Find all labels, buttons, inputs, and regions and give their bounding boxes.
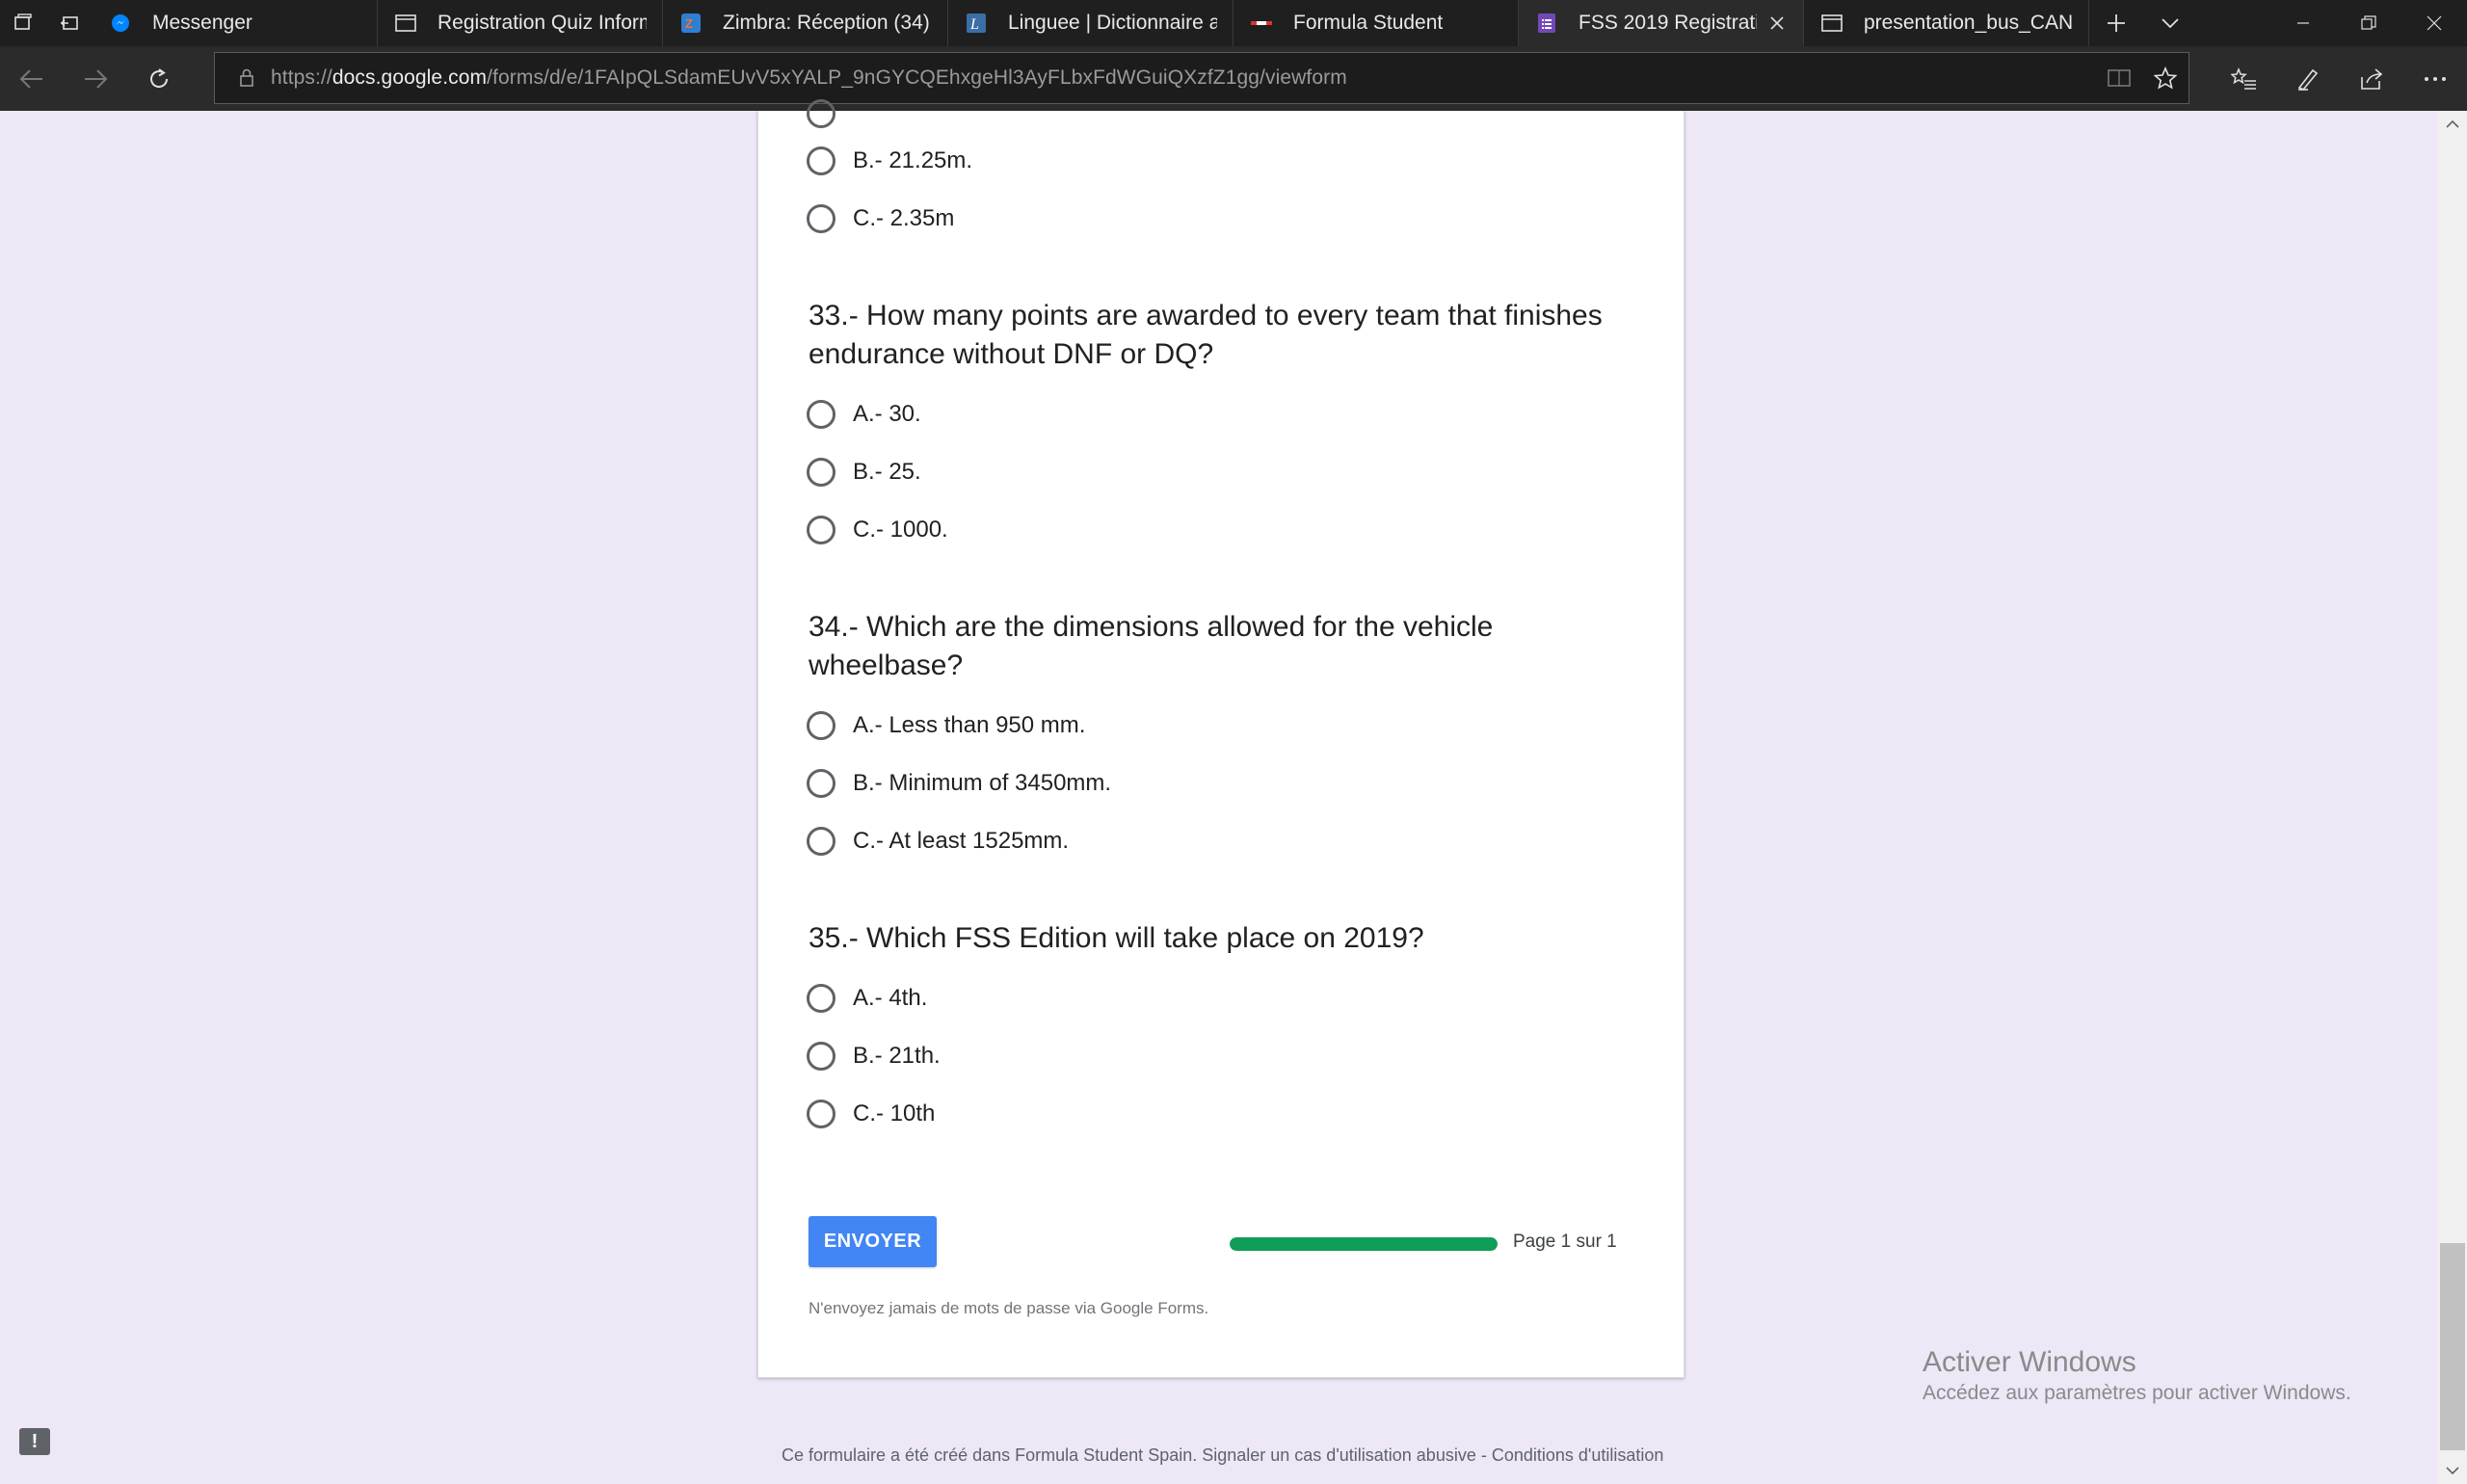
option-q35-b[interactable]: B.- 21th. xyxy=(807,1039,941,1073)
scroll-up-arrow-icon[interactable] xyxy=(2438,111,2467,138)
question-34-title: 34.- Which are the dimensions allowed fo… xyxy=(809,611,1494,681)
tab-label: Registration Quiz Informati xyxy=(438,12,647,34)
submit-button[interactable]: ENVOYER xyxy=(809,1216,937,1267)
radio-button[interactable] xyxy=(807,400,836,429)
radio-button[interactable] xyxy=(807,984,836,1013)
page-icon xyxy=(395,13,416,34)
zimbra-icon: Z xyxy=(680,13,702,34)
new-tab-plus-icon[interactable] xyxy=(2089,0,2143,46)
formula-student-icon xyxy=(1251,13,1272,34)
option-q34-a[interactable]: A.- Less than 950 mm. xyxy=(807,708,1085,743)
progress-bar xyxy=(1230,1237,1498,1251)
linguee-icon: L xyxy=(966,13,987,34)
option-label: C.- At least 1525mm. xyxy=(853,828,1070,854)
form-card: B.- 21.25m. C.- 2.35m 33.- How many poin… xyxy=(757,99,1684,1378)
radio-button[interactable] xyxy=(807,827,836,856)
option-label: C.- 2.35m xyxy=(853,205,955,231)
close-window-icon[interactable] xyxy=(2401,0,2467,46)
option-q34-c[interactable]: C.- At least 1525mm. xyxy=(807,824,1069,859)
option-label: B.- 21th. xyxy=(853,1043,941,1069)
option-label: C.- 1000. xyxy=(853,517,948,543)
back-arrow-icon[interactable] xyxy=(0,46,64,111)
browser-navigation-bar: https://docs.google.com/forms/d/e/1FAIpQ… xyxy=(0,46,2467,111)
progress-fill xyxy=(1230,1237,1498,1251)
chevron-down-icon[interactable] xyxy=(2143,0,2197,46)
google-forms-icon xyxy=(1536,13,1557,34)
radio-button[interactable] xyxy=(807,516,836,544)
report-feedback-icon[interactable]: ! xyxy=(19,1428,50,1455)
svg-text:Z: Z xyxy=(685,16,693,31)
favorites-list-icon[interactable] xyxy=(2213,46,2276,111)
watermark-title: Activer Windows xyxy=(1923,1346,2136,1378)
tab-label: FSS 2019 Registration F xyxy=(1578,12,1757,34)
tab-label: Messenger xyxy=(152,12,252,34)
radio-button[interactable] xyxy=(807,99,836,128)
tab-linguee[interactable]: L Linguee | Dictionnaire angl: xyxy=(948,0,1234,46)
radio-button[interactable] xyxy=(807,1042,836,1071)
option-label: B.- 25. xyxy=(853,459,921,485)
browser-tab-bar: Messenger Registration Quiz Informati Z … xyxy=(0,0,2467,46)
radio-button[interactable] xyxy=(807,769,836,798)
tab-preview-icon[interactable] xyxy=(0,0,46,46)
scrollbar-thumb[interactable] xyxy=(2440,1243,2465,1450)
tab-label: Linguee | Dictionnaire angl: xyxy=(1008,12,1217,34)
option-label: A.- 30. xyxy=(853,401,921,427)
watermark-subtitle: Accédez aux paramètres pour activer Wind… xyxy=(1923,1382,2351,1404)
tab-registration-quiz[interactable]: Registration Quiz Informati xyxy=(378,0,663,46)
url-domain: docs.google.com xyxy=(332,66,488,89)
windows-activation-watermark: Activer Windows Accédez aux paramètres p… xyxy=(1923,1345,2351,1407)
share-icon[interactable] xyxy=(2340,46,2403,111)
option-label: C.- 10th xyxy=(853,1100,936,1126)
tab-label: Zimbra: Réception (34) xyxy=(723,12,930,34)
radio-button[interactable] xyxy=(807,204,836,233)
lock-icon xyxy=(236,67,257,89)
svg-text:L: L xyxy=(969,16,979,33)
password-warning: N'envoyez jamais de mots de passe via Go… xyxy=(809,1299,1209,1317)
option-label: B.- 21.25m. xyxy=(853,147,973,173)
option-label: A.- 4th. xyxy=(853,985,928,1011)
option-q32-c[interactable]: C.- 2.35m xyxy=(807,201,954,236)
messenger-icon xyxy=(110,13,131,34)
page-icon xyxy=(1821,13,1843,34)
option-q35-a[interactable]: A.- 4th. xyxy=(807,981,927,1016)
question-33-title: 33.- How many points are awarded to ever… xyxy=(809,300,1603,370)
tab-label: Formula Student xyxy=(1293,12,1444,34)
address-bar[interactable]: https://docs.google.com/forms/d/e/1FAIpQ… xyxy=(214,52,2189,104)
radio-button[interactable] xyxy=(807,711,836,740)
page-indicator: Page 1 sur 1 xyxy=(1513,1232,1617,1252)
tab-formula-student[interactable]: Formula Student xyxy=(1234,0,1519,46)
radio-button[interactable] xyxy=(807,1100,836,1128)
set-aside-tabs-icon[interactable] xyxy=(46,0,93,46)
restore-icon[interactable] xyxy=(2336,0,2401,46)
form-footer[interactable]: Ce formulaire a été créé dans Formula St… xyxy=(782,1445,1663,1466)
forward-arrow-icon[interactable] xyxy=(64,46,127,111)
refresh-icon[interactable] xyxy=(127,46,191,111)
tab-messenger[interactable]: Messenger xyxy=(93,0,378,46)
tab-fss-registration[interactable]: FSS 2019 Registration F xyxy=(1519,0,1804,46)
scroll-down-arrow-icon[interactable] xyxy=(2438,1457,2467,1484)
question-35-title: 35.- Which FSS Edition will take place o… xyxy=(809,922,1424,954)
window-controls xyxy=(2270,0,2467,46)
option-q32-b[interactable]: B.- 21.25m. xyxy=(807,144,972,178)
option-q33-a[interactable]: A.- 30. xyxy=(807,397,921,432)
tab-zimbra[interactable]: Z Zimbra: Réception (34) xyxy=(663,0,948,46)
option-q34-b[interactable]: B.- Minimum of 3450mm. xyxy=(807,766,1111,801)
url-text: https://docs.google.com/forms/d/e/1FAIpQ… xyxy=(271,66,1347,89)
option-label: A.- Less than 950 mm. xyxy=(853,712,1086,738)
option-label: B.- Minimum of 3450mm. xyxy=(853,770,1112,796)
minimize-icon[interactable] xyxy=(2270,0,2336,46)
close-tab-icon[interactable] xyxy=(1766,13,1788,34)
radio-button[interactable] xyxy=(807,458,836,487)
reading-view-icon[interactable] xyxy=(2096,53,2142,103)
option-q33-c[interactable]: C.- 1000. xyxy=(807,513,948,547)
more-options-icon[interactable] xyxy=(2403,46,2467,111)
radio-button[interactable] xyxy=(807,146,836,175)
option-q33-b[interactable]: B.- 25. xyxy=(807,455,921,490)
tab-presentation-pdf[interactable]: presentation_bus_CAN.pdf xyxy=(1804,0,2089,46)
pen-icon[interactable] xyxy=(2276,46,2340,111)
tab-label: presentation_bus_CAN.pdf xyxy=(1864,12,2073,34)
favorite-star-icon[interactable] xyxy=(2142,53,2188,103)
option-q35-c[interactable]: C.- 10th xyxy=(807,1097,935,1131)
page-scrollbar[interactable] xyxy=(2438,111,2467,1484)
